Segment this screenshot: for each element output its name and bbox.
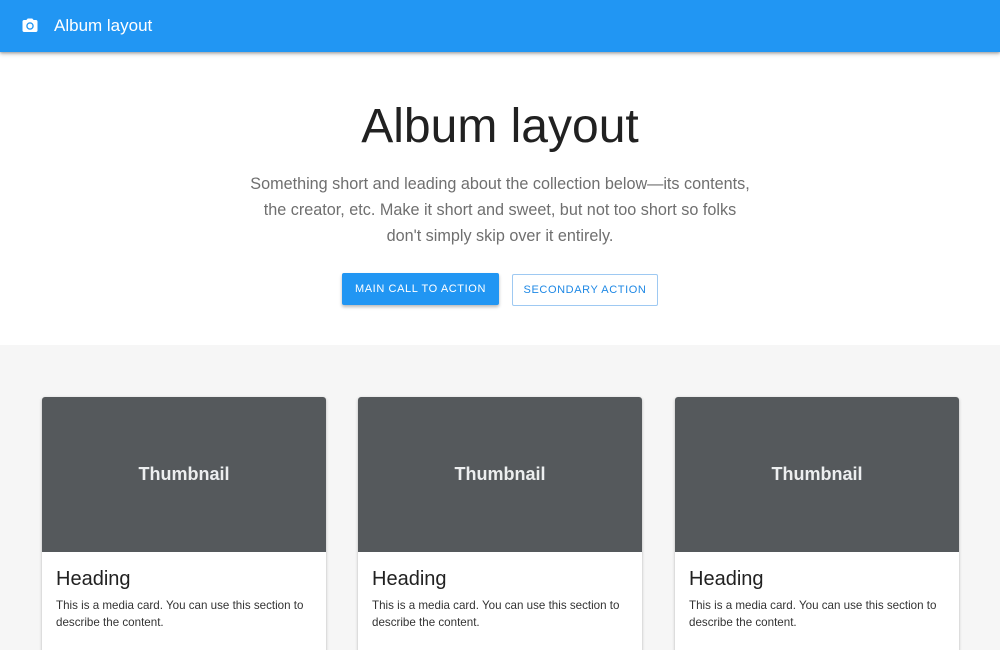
card-description: This is a media card. You can use this s…	[689, 599, 937, 629]
secondary-action-button[interactable]: Secondary action	[512, 274, 658, 306]
thumbnail-label: Thumbnail	[771, 464, 863, 484]
hero-title: Album layout	[361, 100, 639, 153]
card-heading: Heading	[689, 568, 764, 590]
thumbnail-label: Thumbnail	[454, 464, 546, 484]
app-bar: Album layout	[0, 0, 1000, 52]
media-card: Thumbnail Heading This is a media card. …	[675, 397, 959, 650]
card-description: This is a media card. You can use this s…	[56, 599, 304, 629]
card-thumbnail: Thumbnail	[358, 397, 642, 552]
hero-section: Album layout Something short and leading…	[0, 52, 1000, 345]
card-description: This is a media card. You can use this s…	[372, 599, 620, 629]
card-thumbnail: Thumbnail	[675, 397, 959, 552]
thumbnail-label: Thumbnail	[138, 464, 230, 484]
camera-icon	[22, 18, 38, 32]
hero-description: Something short and leading about the co…	[250, 175, 750, 245]
card-thumbnail: Thumbnail	[42, 397, 326, 552]
album-grid: Thumbnail Heading This is a media card. …	[0, 345, 1000, 650]
media-card: Thumbnail Heading This is a media card. …	[358, 397, 642, 650]
main-call-to-action-button[interactable]: Main call to action	[342, 273, 499, 305]
card-heading: Heading	[56, 568, 131, 590]
app-title: Album layout	[54, 16, 153, 35]
media-card: Thumbnail Heading This is a media card. …	[42, 397, 326, 650]
card-heading: Heading	[372, 568, 447, 590]
